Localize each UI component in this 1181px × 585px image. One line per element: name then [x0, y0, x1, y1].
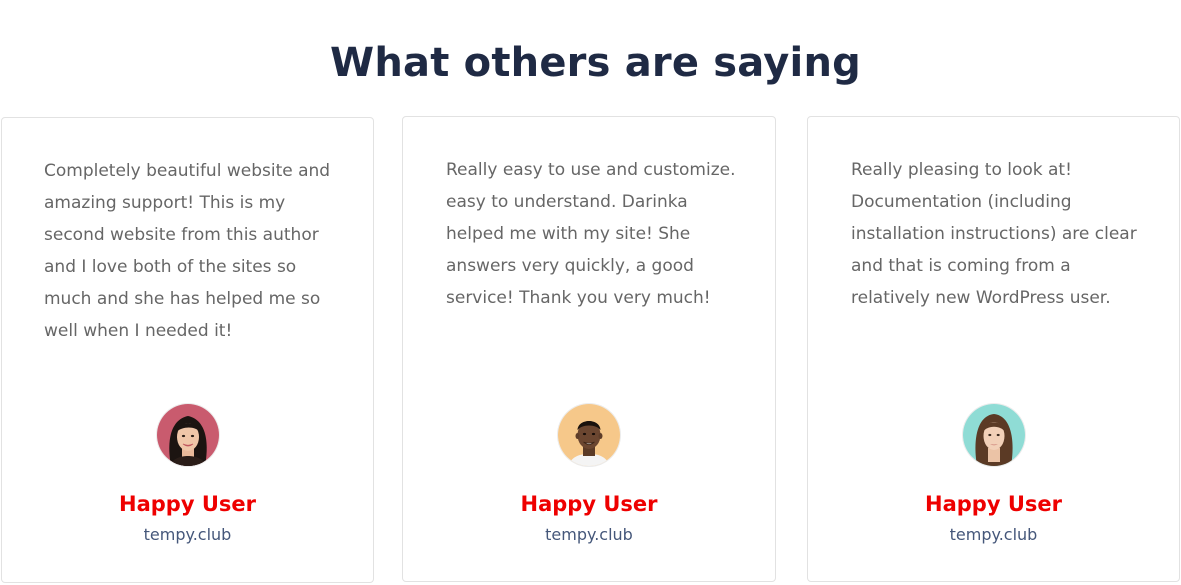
testimonial-author: Happy User	[520, 492, 658, 516]
testimonial-quote: Completely beautiful website and amazing…	[44, 161, 331, 341]
section-title: What others are saying	[330, 40, 861, 87]
testimonial-author: Happy User	[925, 492, 1062, 516]
testimonial-quote: Really pleasing to look at! Documentatio…	[851, 160, 1137, 308]
avatar	[156, 404, 219, 466]
user-avatar-icon	[558, 404, 620, 466]
testimonial-site: tempy.club	[143, 525, 232, 544]
avatar	[962, 404, 1025, 466]
testimonial-quote: Really easy to use and customize. easy t…	[446, 160, 736, 308]
testimonial-site: tempy.club	[949, 525, 1038, 544]
testimonial-card: Really pleasing to look at! Documentatio…	[807, 116, 1180, 582]
avatar	[558, 404, 620, 466]
testimonial-card: Really easy to use and customize. easy t…	[402, 116, 776, 582]
testimonial-author: Happy User	[119, 492, 256, 516]
testimonial-card: Completely beautiful website and amazing…	[1, 117, 374, 583]
user-avatar-icon	[962, 404, 1025, 466]
user-avatar-icon	[156, 404, 219, 466]
testimonial-site: tempy.club	[545, 525, 633, 544]
